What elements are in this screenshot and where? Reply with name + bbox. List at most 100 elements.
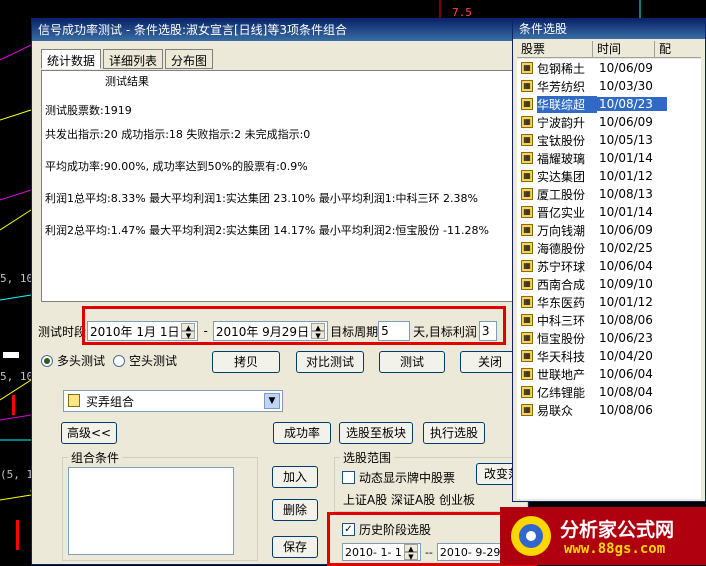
compare-test-button[interactable]: 对比测试 — [296, 351, 364, 373]
stock-row[interactable]: ▦ 万向钱潮 10/06/09 — [517, 221, 701, 239]
stock-time: 10/04/20 — [599, 349, 653, 363]
success-rate-button[interactable]: 成功率 — [273, 422, 331, 444]
stock-time: 10/06/04 — [599, 367, 653, 381]
stock-row[interactable]: ▦ 包钢稀土 10/06/09 — [517, 59, 701, 77]
stock-selection-window: 条件选股 股票 时间 配 ▦ 包钢稀土 10/06/09 ▦ 华芳纺织 10/03/30 ▦… — [512, 18, 706, 502]
tab-statistics[interactable]: 统计数据 — [41, 49, 102, 69]
stock-time: 10/08/23 — [597, 97, 667, 111]
stock-name: 海德股份 — [537, 241, 586, 256]
stock-time: 10/01/14 — [599, 205, 653, 219]
results-line: 利润1总平均:8.33% 最大平均利润1:实达集团 23.10% 最小平均利润1… — [45, 192, 478, 205]
add-button[interactable]: 加入 — [272, 466, 318, 488]
folder-icon — [68, 394, 80, 407]
stock-time: 10/08/13 — [599, 187, 653, 201]
stock-icon: ▦ — [521, 62, 533, 74]
stock-list[interactable]: ▦ 包钢稀土 10/06/09 ▦ 华芳纺织 10/03/30 ▦ 华联综超 10/08/23 ▦… — [517, 59, 701, 499]
stock-icon: ▦ — [521, 350, 533, 362]
stock-row[interactable]: ▦ 中科三环 10/08/06 — [517, 311, 701, 329]
stock-name: 西南合成 — [537, 277, 586, 292]
stock-row[interactable]: ▦ 宝钛股份 10/05/13 — [517, 131, 701, 149]
stock-row[interactable]: ▦ 厦工股份 10/08/13 — [517, 185, 701, 203]
stock-row[interactable]: ▦ 海德股份 10/02/25 — [517, 239, 701, 257]
tab-bar: 统计数据 详细列表 分布图 — [41, 49, 215, 69]
stock-row[interactable]: ▦ 世联地产 10/06/04 — [517, 365, 701, 383]
stock-icon: ▦ — [521, 80, 533, 92]
stock-row[interactable]: ▦ 西南合成 10/09/10 — [517, 275, 701, 293]
stock-icon: ▦ — [521, 296, 533, 308]
stock-name: 万向钱潮 — [537, 223, 586, 238]
stock-name: 福耀玻璃 — [537, 151, 586, 166]
tab-distribution[interactable]: 分布图 — [165, 49, 214, 69]
stock-icon: ▦ — [521, 188, 533, 200]
stock-icon: ▦ — [521, 242, 533, 254]
column-header-stock[interactable]: 股票 — [517, 41, 593, 57]
stock-icon: ▦ — [521, 314, 533, 326]
stock-icon: ▦ — [521, 134, 533, 146]
stock-row[interactable]: ▦ 华联综超 10/08/23 — [517, 95, 701, 113]
stock-row[interactable]: ▦ 华天科技 10/04/20 — [517, 347, 701, 365]
copy-button[interactable]: 拷贝 — [212, 351, 280, 373]
stock-row[interactable]: ▦ 亿纬锂能 10/08/04 — [517, 383, 701, 401]
stock-row[interactable]: ▦ 恒宝股份 10/06/23 — [517, 329, 701, 347]
stock-icon: ▦ — [521, 278, 533, 290]
advanced-button[interactable]: 高级<< — [61, 422, 117, 444]
column-header-time[interactable]: 时间 — [593, 41, 655, 57]
stock-icon: ▦ — [521, 332, 533, 344]
stock-time: 10/06/04 — [599, 259, 653, 273]
tab-detail-list[interactable]: 详细列表 — [103, 49, 164, 69]
stock-time: 10/08/06 — [599, 313, 653, 327]
stock-time: 10/02/25 — [599, 241, 653, 255]
stock-icon: ▦ — [521, 386, 533, 398]
close-button[interactable]: 关闭 — [460, 351, 520, 373]
long-test-label: 多头测试 — [57, 354, 106, 368]
stock-row[interactable]: ▦ 苏宁环球 10/06/04 — [517, 257, 701, 275]
stock-row[interactable]: ▦ 晋亿实业 10/01/14 — [517, 203, 701, 221]
test-mode-row: 多头测试 空头测试 — [41, 352, 177, 369]
stock-name: 华天科技 — [537, 349, 586, 364]
results-line: 共发出指示:20 成功指示:18 失败指示:2 未完成指示:0 — [45, 128, 311, 141]
dynamic-display-checkbox[interactable] — [342, 471, 355, 484]
watermark-url: www.88gs.com — [564, 541, 666, 557]
stock-name: 华芳纺织 — [537, 79, 586, 94]
combo-conditions-list[interactable] — [68, 467, 234, 555]
stock-row[interactable]: ▦ 华芳纺织 10/03/30 — [517, 77, 701, 95]
stock-icon: ▦ — [521, 98, 533, 110]
stock-window-title: 条件选股 — [513, 19, 705, 39]
stock-icon: ▦ — [521, 404, 533, 416]
column-header-match[interactable]: 配 — [655, 41, 701, 57]
watermark-logo — [511, 516, 551, 556]
stock-time: 10/01/14 — [599, 151, 653, 165]
stock-row[interactable]: ▦ 实达集团 10/01/12 — [517, 167, 701, 185]
stock-name: 厦工股份 — [537, 187, 586, 202]
long-test-radio[interactable] — [41, 354, 53, 367]
stock-name: 包钢稀土 — [537, 61, 586, 76]
combo-select[interactable]: 买弄组合 ▼ — [63, 390, 283, 412]
stock-icon: ▦ — [521, 224, 533, 236]
stock-name: 华联综超 — [537, 95, 597, 113]
delete-button[interactable]: 删除 — [272, 499, 318, 521]
site-watermark: 分析家公式网 www.88gs.com — [500, 507, 706, 565]
stock-row[interactable]: ▦ 易联众 10/08/06 — [517, 401, 701, 419]
stock-row[interactable]: ▦ 福耀玻璃 10/01/14 — [517, 149, 701, 167]
stock-name: 宁波韵升 — [537, 115, 586, 130]
select-to-board-button[interactable]: 选股至板块 — [339, 422, 413, 444]
stock-icon: ▦ — [521, 368, 533, 380]
stock-row[interactable]: ▦ 华东医药 10/01/12 — [517, 293, 701, 311]
test-button[interactable]: 测试 — [379, 351, 445, 373]
signal-test-dialog: 信号成功率测试 - 条件选股:淑女宣言[日线]等3项条件组合 统计数据 详细列表… — [31, 18, 537, 566]
stock-row[interactable]: ▦ 宁波韵升 10/06/09 — [517, 113, 701, 131]
stock-icon: ▦ — [521, 260, 533, 272]
stock-time: 10/01/12 — [599, 295, 653, 309]
dynamic-display-label: 动态显示牌中股票 — [359, 471, 456, 485]
save-button[interactable]: 保存 — [272, 536, 318, 558]
short-test-radio[interactable] — [113, 354, 126, 367]
execute-selection-button[interactable]: 执行选股 — [423, 422, 485, 444]
test-period-label: 测试时段 — [38, 324, 87, 339]
highlight-box — [82, 306, 506, 345]
stock-time: 10/06/09 — [599, 61, 653, 75]
dialog-title: 信号成功率测试 - 条件选股:淑女宣言[日线]等3项条件组合 — [32, 19, 528, 41]
scope-markets: 上证A股 深证A股 创业板 — [343, 493, 476, 507]
chevron-down-icon[interactable]: ▼ — [264, 393, 280, 409]
stock-icon: ▦ — [521, 116, 533, 128]
stock-name: 华东医药 — [537, 295, 586, 310]
